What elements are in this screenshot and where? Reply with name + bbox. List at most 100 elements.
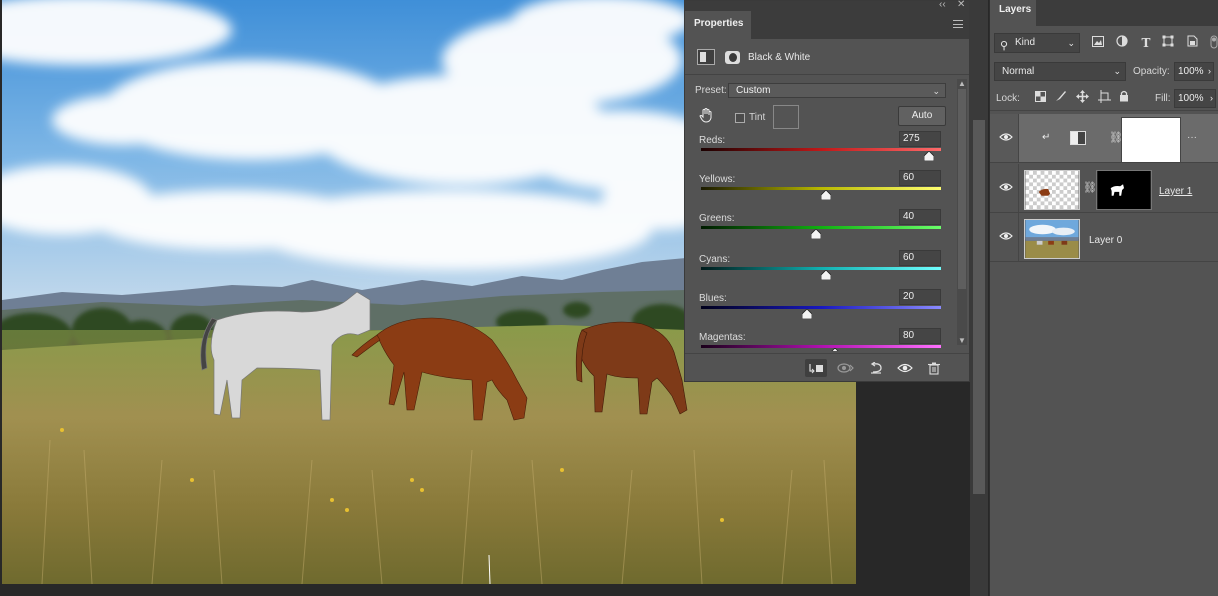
preset-value: Custom [736, 85, 771, 96]
preset-dropdown[interactable]: Custom ⌄ [728, 83, 946, 98]
tab-layers[interactable]: Layers [990, 0, 1036, 26]
adjustment-icon[interactable] [697, 49, 715, 65]
chevron-down-icon: ⌄ [1067, 38, 1075, 48]
tint-checkbox[interactable] [735, 113, 745, 123]
slider-handle-icon[interactable] [801, 309, 812, 319]
chevron-right-icon: › [1208, 66, 1211, 76]
auto-button[interactable]: Auto [898, 106, 946, 126]
pixel-filter-icon[interactable] [1090, 35, 1106, 51]
visibility-icon[interactable] [894, 359, 916, 377]
close-icon[interactable]: ✕ [957, 0, 965, 10]
panel-menu-icon[interactable] [953, 20, 963, 28]
slider-value-field[interactable]: 275 [899, 131, 941, 147]
view-previous-icon[interactable] [835, 359, 857, 377]
properties-tab-bar: Properties [685, 11, 969, 39]
layer-mask-thumbnail[interactable] [1121, 117, 1181, 163]
slider-handle-icon[interactable] [924, 151, 934, 161]
layer-row-layer-1[interactable]: ⛓ Layer 1 [990, 164, 1218, 213]
tint-color-swatch[interactable] [773, 105, 799, 129]
slider-value-field[interactable]: 60 [899, 250, 941, 266]
slider-blues[interactable]: Blues: 20 [699, 289, 945, 327]
adjustment-filter-icon[interactable] [1114, 35, 1130, 51]
slider-reds[interactable]: Reds: 275 [699, 131, 945, 169]
trash-icon[interactable] [923, 359, 945, 377]
scroll-up-icon[interactable]: ▲ [957, 79, 967, 88]
slider-label: Yellows: [699, 174, 736, 185]
lock-position-icon[interactable] [1074, 90, 1090, 106]
properties-bottom-bar [685, 353, 969, 381]
panel-header-strip: ‹‹ ✕ [685, 0, 969, 11]
chevron-right-icon: › [1210, 93, 1213, 103]
fill-field[interactable]: 100% › [1174, 89, 1216, 108]
lock-artboard-icon[interactable] [1096, 90, 1112, 106]
slider-label: Greens: [699, 213, 735, 224]
opacity-field[interactable]: 100% › [1174, 62, 1214, 81]
clip-arrow-icon: ↵ [1042, 132, 1051, 143]
clip-to-layer-icon[interactable] [805, 359, 827, 377]
kind-label: Kind [1015, 37, 1036, 48]
layer-mask-thumbnail[interactable] [1096, 170, 1152, 210]
properties-scrollbar[interactable]: ▲ ▼ [957, 79, 967, 345]
eye-icon[interactable] [999, 182, 1013, 192]
more-icon[interactable]: ··· [1187, 132, 1197, 143]
layer-row-black-white[interactable]: ↵ ⛓ ··· [990, 114, 1218, 163]
kind-filter-dropdown[interactable]: ⚲ Kind ⌄ [994, 33, 1080, 53]
slider-track[interactable] [701, 345, 941, 348]
properties-content: Preset: Custom ⌄ Tint Auto Reds: 275 Yello… [685, 75, 955, 351]
shape-filter-icon[interactable] [1160, 35, 1176, 51]
slider-magentas[interactable]: Magentas: 80 [699, 328, 945, 351]
slider-label: Blues: [699, 293, 727, 304]
reset-icon[interactable] [865, 359, 887, 377]
slider-handle-icon[interactable] [830, 348, 840, 351]
targeted-adjustment-hand-icon[interactable] [698, 107, 714, 123]
chevron-down-icon: ⌄ [1113, 66, 1121, 76]
scroll-down-icon[interactable]: ▼ [957, 336, 967, 345]
lock-transparent-pixels-icon[interactable] [1032, 90, 1048, 106]
blend-mode-dropdown[interactable]: Normal ⌄ [994, 62, 1126, 81]
black-white-adjustment-icon [1070, 131, 1086, 145]
layer-thumbnail[interactable] [1024, 219, 1080, 259]
slider-value-field[interactable]: 20 [899, 289, 941, 305]
opacity-label: Opacity: [1133, 66, 1170, 77]
eye-icon[interactable] [999, 132, 1013, 142]
layer-row-layer-0[interactable]: Layer 0 [990, 213, 1218, 262]
layer-name[interactable]: Layer 1 [1159, 186, 1192, 197]
lock-fill-row: Lock: Fill: 100% › [996, 89, 1218, 110]
slider-track[interactable] [701, 306, 941, 309]
layer-name[interactable]: Layer 0 [1089, 235, 1122, 246]
mask-icon[interactable] [723, 49, 741, 65]
slider-value-field[interactable]: 40 [899, 209, 941, 225]
scroll-thumb[interactable] [958, 89, 966, 289]
opacity-value: 100% [1178, 66, 1204, 77]
slider-cyans[interactable]: Cyans: 60 [699, 250, 945, 288]
slider-yellows[interactable]: Yellows: 60 [699, 170, 945, 208]
layer-thumbnail[interactable] [1024, 170, 1080, 210]
slider-value-field[interactable]: 60 [899, 170, 941, 186]
collapse-icon[interactable]: ‹‹ [939, 0, 946, 10]
adjustment-header: Black & White [685, 39, 969, 75]
type-filter-icon[interactable]: T [1138, 35, 1154, 51]
slider-handle-icon[interactable] [820, 190, 831, 200]
eye-icon[interactable] [999, 231, 1013, 241]
tab-properties[interactable]: Properties [685, 11, 751, 39]
slider-track[interactable] [701, 148, 941, 151]
tint-label: Tint [749, 112, 766, 123]
slider-greens[interactable]: Greens: 40 [699, 209, 945, 247]
fill-label: Fill: [1155, 93, 1171, 104]
blend-opacity-row: Normal ⌄ Opacity: 100% › [994, 62, 1218, 82]
slider-value-field[interactable]: 80 [899, 328, 941, 344]
filter-toggle-icon[interactable] [1206, 35, 1218, 51]
lock-all-icon[interactable] [1116, 90, 1132, 106]
slider-handle-icon[interactable] [820, 270, 831, 280]
slider-handle-icon[interactable] [811, 229, 822, 239]
canvas-scroll-thumb[interactable] [973, 120, 985, 494]
properties-panel: ‹‹ ✕ Properties Black & White Preset: Cu… [684, 0, 970, 382]
canvas-vertical-scrollbar[interactable] [970, 0, 988, 596]
layer-filter-row: ⚲ Kind ⌄ T [994, 33, 1218, 53]
smart-object-filter-icon[interactable] [1184, 35, 1200, 51]
link-icon[interactable]: ⛓ [1083, 181, 1097, 194]
lock-image-pixels-icon[interactable] [1053, 90, 1069, 106]
divider [990, 110, 1218, 111]
fill-value: 100% [1178, 93, 1204, 104]
link-icon[interactable]: ⛓ [1109, 131, 1123, 144]
